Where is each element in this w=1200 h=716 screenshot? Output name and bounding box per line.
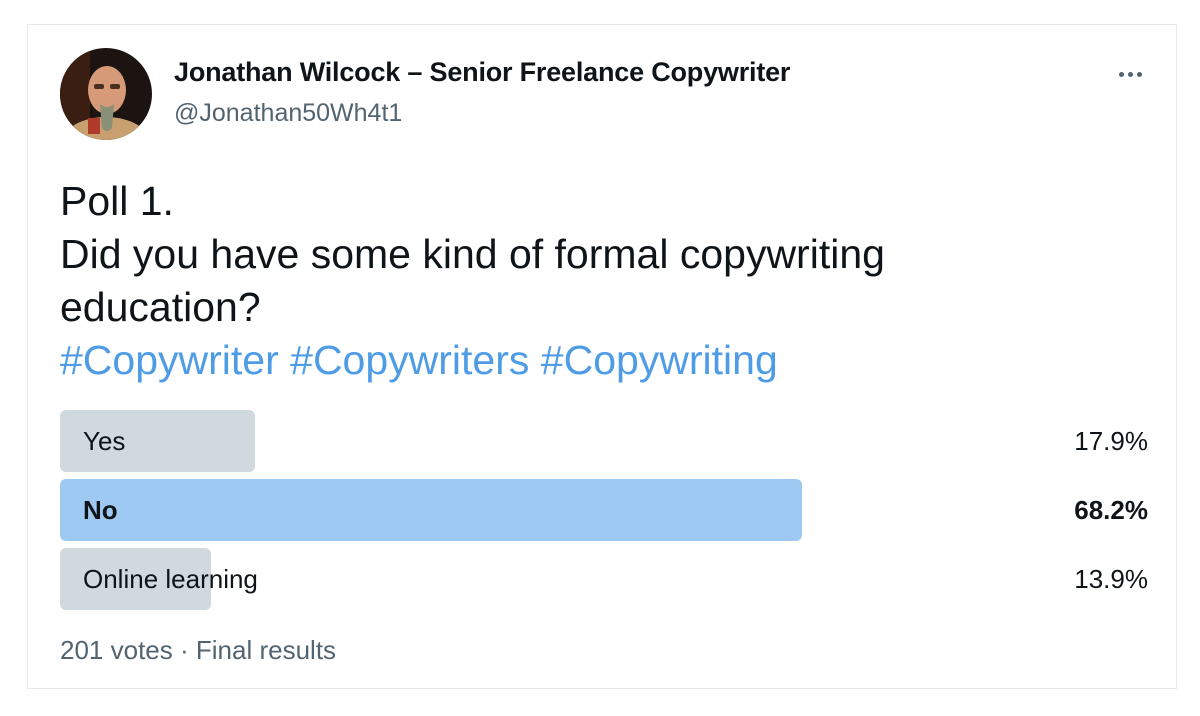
- profile-photo: [60, 48, 152, 140]
- poll-vote-count: 201 votes: [60, 635, 173, 665]
- poll: Yes 17.9% No 68.2% Online learning 13.9%: [60, 410, 1148, 617]
- poll-result-bar: [60, 479, 803, 541]
- hashtag-line: #Copywriter #Copywriters #Copywriting: [60, 334, 1060, 387]
- more-horizontal-icon: [1136, 71, 1142, 77]
- poll-option-no: No 68.2%: [60, 479, 1148, 541]
- tweet-text-line: Poll 1.: [60, 178, 174, 224]
- tweet-card[interactable]: Jonathan Wilcock – Senior Freelance Copy…: [27, 24, 1177, 689]
- poll-option-label: No: [83, 495, 118, 525]
- tweet-text-line: education?: [60, 284, 261, 330]
- poll-option-label: Online learning: [83, 564, 258, 594]
- hashtag-link[interactable]: #Copywriter: [60, 337, 279, 383]
- hashtag-link[interactable]: #Copywriting: [541, 337, 778, 383]
- more-horizontal-icon: [1127, 71, 1133, 77]
- poll-option-percent: 68.2%: [1074, 495, 1148, 525]
- separator: ·: [179, 635, 189, 665]
- poll-status: Final results: [195, 635, 337, 665]
- poll-option-percent: 13.9%: [1074, 564, 1148, 594]
- avatar[interactable]: [60, 48, 152, 140]
- author-display-name[interactable]: Jonathan Wilcock – Senior Freelance Copy…: [174, 57, 790, 88]
- author-handle[interactable]: @Jonathan50Wh4t1: [174, 99, 402, 128]
- poll-footer: 201 votes · Final results: [60, 635, 336, 666]
- poll-option-percent: 17.9%: [1074, 426, 1148, 456]
- poll-option-label: Yes: [83, 426, 126, 456]
- tweet-text-line: Did you have some kind of formal copywri…: [60, 231, 885, 277]
- hashtag-link[interactable]: #Copywriters: [290, 337, 529, 383]
- more-options-button[interactable]: [1110, 61, 1150, 87]
- tweet-text: Poll 1. Did you have some kind of formal…: [60, 175, 1060, 387]
- poll-option-online-learning: Online learning 13.9%: [60, 548, 1148, 610]
- more-horizontal-icon: [1118, 71, 1124, 77]
- poll-option-yes: Yes 17.9%: [60, 410, 1148, 472]
